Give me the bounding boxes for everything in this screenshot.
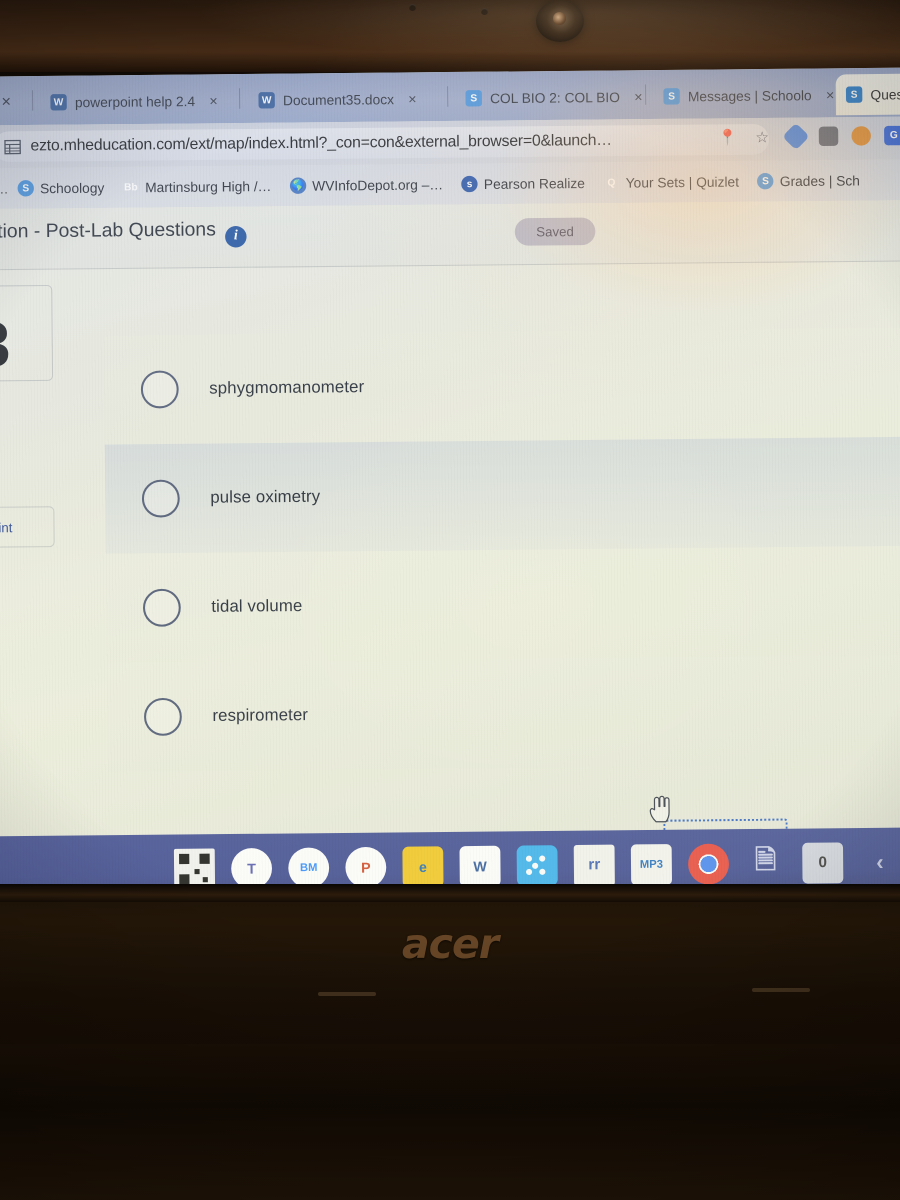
overflow-icon[interactable]: ‹ <box>859 841 900 882</box>
rr-app-icon[interactable]: rr <box>573 844 615 886</box>
globe-icon: 🌎 <box>289 177 307 194</box>
bookmark-wvinfodepot[interactable]: 🌎 WVInfoDepot.org –… <box>281 176 453 194</box>
status-badge: Saved <box>514 217 596 246</box>
bookmark-schoology[interactable]: S Schoology <box>8 179 113 197</box>
page-header: ation - Post-Lab Questions i Saved <box>0 200 900 271</box>
answer-option-row[interactable]: tidal volume <box>105 545 900 663</box>
bookmark-quizlet[interactable]: Q Your Sets | Quizlet <box>594 173 748 191</box>
bookmark-label: Pearson Realize <box>483 175 585 192</box>
close-icon[interactable]: × <box>209 93 218 109</box>
answer-option-row[interactable]: pulse oximetry <box>104 436 900 554</box>
file-icon[interactable]: 🗎 <box>745 842 786 883</box>
star-icon[interactable]: ☆ <box>751 126 773 148</box>
quizlet-icon: Q <box>607 177 616 189</box>
site-info-icon <box>4 139 21 154</box>
quiz-page: ation - Post-Lab Questions i Saved 3 Prin… <box>0 200 900 905</box>
mp3-converter-icon[interactable]: MP3 <box>630 843 673 885</box>
word-icon: W <box>258 92 275 109</box>
microphone-hole-icon <box>481 8 488 15</box>
zero-app-icon[interactable]: 0 <box>802 841 844 884</box>
keyboard-deck: → ↻ ⬚ ▤ ⬧ ⬧ ◂ <box>0 1044 900 1200</box>
radio-button[interactable] <box>140 370 179 409</box>
bookmarks-overflow[interactable]: … <box>0 181 8 196</box>
extension-orange-icon[interactable] <box>851 126 871 146</box>
bookmark-pearson-realize[interactable]: s Pearson Realize <box>452 175 594 193</box>
laptop-screen: × W powerpoint help 2.4 × W Document35.d… <box>0 67 900 905</box>
pearson-icon: s <box>461 175 478 193</box>
tab-close-icon[interactable]: × <box>1 94 11 112</box>
blackboard-icon: Bb <box>124 181 138 193</box>
bookmark-grades[interactable]: S Grades | Sch <box>748 172 869 190</box>
schoology-icon: S <box>663 88 680 105</box>
pin-icon[interactable]: 📍 <box>717 126 739 148</box>
extension-grammarly-icon[interactable]: G <box>884 125 900 146</box>
hand-pointer-cursor <box>649 795 670 823</box>
browser-tab-2[interactable]: W Document35.docx × <box>248 78 448 121</box>
extension-blue-icon[interactable] <box>782 122 810 151</box>
bookmark-label: Your Sets | Quizlet <box>625 173 740 191</box>
answer-option-label: tidal volume <box>211 596 303 616</box>
extension-gray-icon[interactable] <box>818 126 839 146</box>
webcam-icon <box>536 0 584 42</box>
video-conference-icon[interactable]: BM <box>288 846 330 889</box>
laptop-top-bezel <box>0 0 900 72</box>
microsoft-edge-icon[interactable]: e <box>402 845 444 887</box>
bookmark-label: WVInfoDepot.org –… <box>312 176 444 194</box>
answer-option-row[interactable]: sphygmomanometer <box>103 327 900 445</box>
schoology-icon: S <box>17 180 34 197</box>
address-bar-url: ezto.mheducation.com/ext/map/index.html?… <box>30 131 612 155</box>
browser-tab-label: powerpoint help 2.4 <box>74 93 196 110</box>
schoology-icon: S <box>465 90 482 107</box>
info-icon[interactable]: i <box>224 225 247 248</box>
browser-tab-label: Document35.docx <box>282 91 395 108</box>
acer-brand-logo: acer <box>402 920 499 968</box>
braille-app-icon[interactable] <box>516 844 558 886</box>
qr-code-icon[interactable] <box>173 847 216 890</box>
browser-tab-label: COL BIO 2: COL BIO <box>489 89 620 106</box>
answer-option-label: sphygmomanometer <box>209 377 365 398</box>
answer-option-row[interactable]: respirometer <box>106 655 900 772</box>
radio-button[interactable] <box>141 479 180 518</box>
laptop-hinge <box>0 884 900 902</box>
microsoft-word-icon[interactable]: W <box>459 845 501 887</box>
bookmark-martinsburg-high[interactable]: Bb Martinsburg High /… <box>113 178 280 196</box>
word-icon: W <box>50 94 67 111</box>
question-icon: S <box>845 86 863 103</box>
browser-tab-label: Quest <box>870 86 900 103</box>
close-icon[interactable]: × <box>408 91 417 107</box>
bookmark-label: Martinsburg High /… <box>145 178 272 195</box>
laptop-chassis: acer → ↻ ⬚ ▤ ⬧ ⬧ ◂ <box>0 884 900 1200</box>
browser-tab-1[interactable]: W powerpoint help 2.4 × <box>40 80 240 123</box>
browser-tab-label: Messages | Schoolo <box>687 87 812 104</box>
microsoft-teams-icon[interactable]: T <box>230 847 273 889</box>
laptop-photo: × W powerpoint help 2.4 × W Document35.d… <box>0 0 900 1200</box>
page-title: ation - Post-Lab Questions i <box>0 219 247 250</box>
schoology-icon: S <box>757 172 774 190</box>
close-icon[interactable]: × <box>826 87 835 103</box>
powerpoint-icon[interactable]: P <box>345 846 387 888</box>
bookmark-label: Schoology <box>39 179 105 196</box>
microphone-hole-icon <box>409 4 416 11</box>
browser-tab-strip: × W powerpoint help 2.4 × W Document35.d… <box>0 67 900 126</box>
radio-button[interactable] <box>143 697 182 736</box>
omnibox-actions: 📍 ☆ G <box>717 122 900 151</box>
radio-button[interactable] <box>142 588 181 627</box>
bookmark-label: Grades | Sch <box>779 172 860 189</box>
speaker-grille <box>318 992 376 996</box>
question-number: 3 <box>0 309 11 381</box>
print-link[interactable]: Print <box>0 520 12 536</box>
close-icon[interactable]: × <box>634 89 643 105</box>
browser-tab-3[interactable]: S COL BIO 2: COL BIO × <box>455 76 657 119</box>
answer-option-label: pulse oximetry <box>210 487 321 507</box>
browser-tab-4[interactable]: S Messages | Schoolo × <box>653 74 853 117</box>
address-bar[interactable]: ezto.mheducation.com/ext/map/index.html?… <box>0 124 770 163</box>
answer-options-list: sphygmomanometer pulse oximetry tidal vo… <box>103 327 900 772</box>
page-title-text: ation - Post-Lab Questions <box>0 219 216 243</box>
speaker-grille <box>752 988 810 992</box>
google-chrome-icon[interactable] <box>687 843 730 885</box>
browser-tab-5-active[interactable]: S Quest <box>835 73 900 116</box>
answer-option-label: respirometer <box>212 705 309 726</box>
